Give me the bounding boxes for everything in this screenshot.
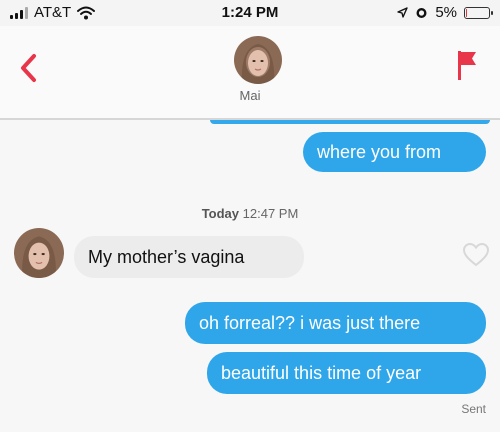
message-avatar[interactable] <box>14 228 64 278</box>
message-text: oh forreal?? i was just there <box>199 313 421 333</box>
message-text: where you from <box>317 142 442 162</box>
outgoing-message-bubble[interactable]: oh forreal?? i was just there <box>185 302 486 344</box>
outgoing-message-bubble[interactable]: beautiful this time of year <box>207 352 486 394</box>
location-arrow-icon <box>397 7 409 18</box>
avatar-photo <box>234 36 282 84</box>
report-flag-icon[interactable] <box>456 48 478 82</box>
sent-receipt: Sent <box>461 402 486 416</box>
contact-name[interactable]: Mai <box>0 88 500 103</box>
date-time: 12:47 PM <box>242 206 299 221</box>
date-day: Today <box>201 206 240 221</box>
status-bar: AT&T 1:24 PM 5% <box>0 0 500 26</box>
alarm-icon <box>416 8 427 18</box>
incoming-message-bubble[interactable]: My mother’s vagina <box>74 236 304 278</box>
avatar-photo <box>14 228 64 278</box>
chat-header: Mai <box>0 26 500 120</box>
battery-icon <box>464 6 493 19</box>
back-chevron-icon[interactable] <box>14 50 44 86</box>
battery-fill <box>466 8 468 17</box>
contact-avatar[interactable] <box>234 36 282 84</box>
message-text: beautiful this time of year <box>221 363 422 383</box>
status-right: 5% <box>397 4 493 21</box>
date-stamp: Today 12:47 PM <box>0 206 500 221</box>
like-heart-icon[interactable] <box>462 242 490 268</box>
previous-message-edge <box>210 120 490 124</box>
message-text: My mother’s vagina <box>88 247 245 267</box>
outgoing-message-bubble[interactable]: where you from <box>303 132 486 172</box>
battery-percent: 5% <box>435 4 457 21</box>
